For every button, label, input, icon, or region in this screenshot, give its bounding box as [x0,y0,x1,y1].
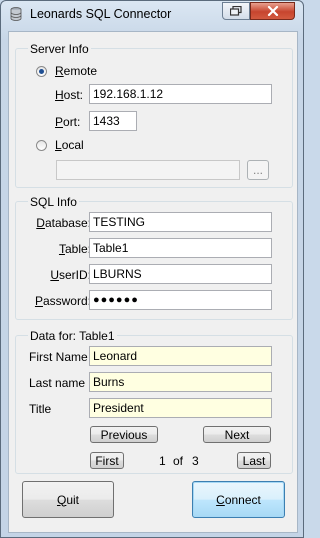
sql-info-legend: SQL Info [28,195,79,209]
remote-radio[interactable] [36,66,47,77]
title-bar[interactable]: Leonards SQL Connector [1,1,303,27]
last-button[interactable]: Last [237,452,271,469]
remote-radio-dot [39,69,44,74]
userid-label: UserID: [50,268,91,282]
close-icon [267,6,278,16]
first-name-label: First Name [29,350,88,364]
last-name-input[interactable]: Burns [89,372,272,392]
quit-button[interactable]: Quit [22,481,114,518]
host-input[interactable]: 192.168.1.12 [89,84,272,104]
password-label: Password: [34,294,91,308]
client-area: Server Info Remote Host: 192.168.1.12 Po… [8,31,298,533]
remote-label: Remote [55,64,98,78]
next-button[interactable]: Next [203,426,271,443]
previous-button[interactable]: Previous [90,426,158,443]
password-input[interactable]: ●●●●●● [89,290,272,310]
first-name-input[interactable]: Leonard [89,346,272,366]
browse-button[interactable]: ... [247,160,269,180]
database-label: Database: [36,216,91,230]
local-path-input[interactable] [56,160,240,180]
local-label: Local [55,138,84,152]
record-total: 3 [192,454,199,468]
connect-button[interactable]: Connect [192,481,285,518]
table-label: Table: [58,242,91,256]
port-input[interactable]: 1433 [89,111,137,131]
window-title: Leonards SQL Connector [30,7,172,21]
local-radio[interactable] [36,140,47,151]
app-icon [10,7,22,21]
restore-icon [230,6,242,16]
app-window: Leonards SQL Connector Server Info Remot… [0,0,304,538]
first-button[interactable]: First [90,452,124,469]
restore-button[interactable] [222,2,250,20]
close-button[interactable] [250,2,295,20]
title-input[interactable]: President [89,398,272,418]
data-legend: Data for: Table1 [28,329,117,343]
database-input[interactable]: TESTING [89,212,272,232]
record-current: 1 [159,454,166,468]
record-of: of [173,454,184,468]
title-label: Title [29,402,52,416]
userid-input[interactable]: LBURNS [89,264,272,284]
server-info-legend: Server Info [28,42,91,56]
last-name-label: Last name [29,376,86,390]
port-label: Port: [55,115,81,129]
table-input[interactable]: Table1 [89,238,272,258]
host-label: Host: [55,88,84,102]
